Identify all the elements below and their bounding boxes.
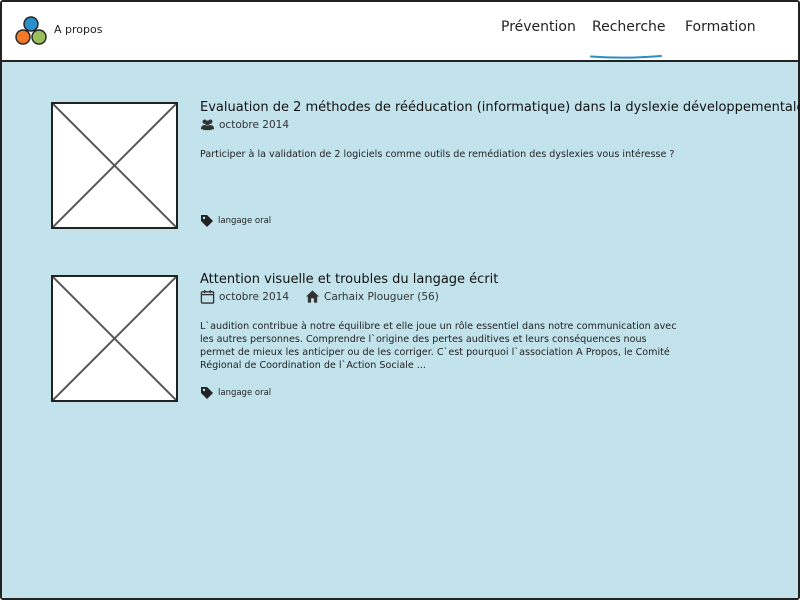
tag-icon bbox=[201, 387, 213, 399]
main-nav: Prévention Recherche Formation bbox=[2, 19, 798, 59]
article-tag[interactable]: langage oral bbox=[200, 214, 271, 228]
article-excerpt: L`audition contribue à notre équilibre e… bbox=[200, 321, 677, 371]
article-excerpt: Participer à la validation de 2 logiciel… bbox=[200, 149, 675, 160]
calendar-icon bbox=[200, 289, 215, 304]
article-tag[interactable]: langage oral bbox=[200, 386, 271, 400]
article-date: octobre 2014 bbox=[219, 290, 290, 303]
tag-label: langage oral bbox=[218, 216, 272, 226]
article-date: octobre 2014 bbox=[219, 118, 290, 131]
users-icon bbox=[200, 119, 215, 131]
article-title[interactable]: Attention visuelle et troubles du langag… bbox=[200, 272, 498, 287]
image-placeholder bbox=[51, 275, 178, 402]
nav-prevention[interactable]: Prévention bbox=[501, 19, 576, 35]
tag-label: langage oral bbox=[218, 388, 272, 398]
article-location: Carhaix Plouguer (56) bbox=[324, 290, 439, 303]
content-area: Evaluation de 2 méthodes de rééducation … bbox=[2, 62, 800, 598]
active-nav-underline bbox=[590, 55, 662, 59]
article-title[interactable]: Evaluation de 2 méthodes de rééducation … bbox=[200, 100, 800, 115]
nav-formation[interactable]: Formation bbox=[685, 19, 756, 35]
image-placeholder bbox=[51, 102, 178, 229]
header-bar: A propos Prévention Recherche Formation bbox=[2, 2, 798, 62]
tag-icon bbox=[201, 215, 213, 227]
article-meta: octobre 2014 bbox=[200, 117, 289, 132]
nav-recherche[interactable]: Recherche bbox=[592, 19, 666, 35]
app-window: A propos Prévention Recherche Formation … bbox=[0, 0, 800, 600]
home-icon bbox=[305, 290, 320, 303]
article-meta: octobre 2014 Carhaix Plouguer (56) bbox=[200, 289, 439, 304]
